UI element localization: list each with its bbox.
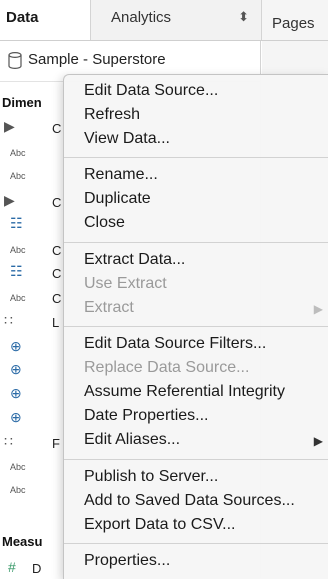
measure-field-label: D <box>32 561 42 576</box>
menu-separator <box>64 326 328 327</box>
string-type-icon: Abc <box>10 485 26 495</box>
field-row[interactable]: ⊕ <box>0 409 60 431</box>
field-row[interactable]: Abc <box>0 143 60 165</box>
folder-icon: ▶ <box>4 192 15 208</box>
pages-label: Pages <box>272 15 315 32</box>
hierarchy-icon: ∷ <box>4 433 13 449</box>
menu-item-label: Extract <box>84 299 134 316</box>
pages-shelf-header: Pages <box>262 0 328 40</box>
tab-data[interactable]: Data <box>0 0 90 40</box>
dropdown-arrows-icon[interactable]: ⬍ <box>238 9 249 25</box>
menu-item-label: Replace Data Source... <box>84 359 250 376</box>
field-label: C <box>52 121 62 136</box>
menu-item-refresh[interactable]: Refresh <box>64 105 328 127</box>
menu-item-assume-referential-integrity[interactable]: Assume Referential Integrity <box>64 382 328 404</box>
field-row[interactable]: ⊕ <box>0 385 60 407</box>
calendar-icon: ☷ <box>10 215 23 231</box>
menu-item-label: Assume Referential Integrity <box>84 383 285 400</box>
menu-item-label: Properties... <box>84 552 171 569</box>
field-label: C <box>52 243 62 258</box>
field-label: F <box>52 436 60 451</box>
submenu-arrow-icon: ▶ <box>313 434 323 448</box>
field-row[interactable]: ☷ C <box>0 263 62 285</box>
menu-item-label: Duplicate <box>84 190 151 207</box>
datasource-name: Sample - Superstore <box>28 51 166 68</box>
menu-item-edit-data-source-filters[interactable]: Edit Data Source Filters... <box>64 334 328 356</box>
menu-item-label: Edit Data Source... <box>84 82 219 99</box>
field-row[interactable]: Abc C <box>0 240 62 262</box>
number-icon: # <box>8 559 16 575</box>
field-row[interactable]: Abc C <box>0 288 62 310</box>
field-row[interactable]: Abc <box>0 457 60 479</box>
menu-item-label: Refresh <box>84 106 141 123</box>
field-label: C <box>52 266 62 281</box>
menu-item-label: Edit Aliases... <box>84 431 181 448</box>
menu-item-date-properties[interactable]: Date Properties... <box>64 406 328 428</box>
globe-icon: ⊕ <box>10 338 22 354</box>
menu-item-close[interactable]: Close <box>64 213 328 235</box>
menu-item-duplicate[interactable]: Duplicate <box>64 189 328 211</box>
calendar-icon: ☷ <box>10 263 23 279</box>
measure-field-row[interactable]: # D <box>0 557 60 579</box>
menu-item-publish-to-server[interactable]: Publish to Server... <box>64 467 328 489</box>
field-row[interactable]: ∷ F <box>0 433 60 455</box>
dimensions-header: Dimen <box>2 95 42 110</box>
tab-analytics[interactable]: Analytics ⬍ <box>90 0 262 40</box>
field-label: C <box>52 291 62 306</box>
menu-item-edit-data-source[interactable]: Edit Data Source... <box>64 81 328 103</box>
menu-item-label: Add to Saved Data Sources... <box>84 492 295 509</box>
datasource-context-menu: Edit Data Source... Refresh View Data... Re… <box>63 74 328 579</box>
submenu-arrow-icon: ▶ <box>313 302 323 316</box>
field-row[interactable]: ⊕ <box>0 338 60 360</box>
menu-separator <box>64 242 328 243</box>
menu-item-label: Publish to Server... <box>84 468 219 485</box>
menu-item-label: Use Extract <box>84 275 167 292</box>
menu-item-label: Date Properties... <box>84 407 209 424</box>
database-icon <box>8 51 22 74</box>
field-row[interactable]: ☷ <box>0 215 60 237</box>
menu-item-replace-data-source: Replace Data Source... <box>64 358 328 380</box>
string-type-icon: Abc <box>10 293 26 303</box>
string-type-icon: Abc <box>10 245 26 255</box>
folder-icon: ▶ <box>4 118 15 134</box>
top-tab-bar: Data Analytics ⬍ Pages <box>0 0 328 41</box>
menu-item-rename[interactable]: Rename... <box>64 165 328 187</box>
menu-separator <box>64 459 328 460</box>
menu-item-export-data-to-csv[interactable]: Export Data to CSV... <box>64 515 328 537</box>
menu-item-extract-data[interactable]: Extract Data... <box>64 250 328 272</box>
measures-header: Measu <box>2 534 43 549</box>
menu-item-add-to-saved-data-sources[interactable]: Add to Saved Data Sources... <box>64 491 328 513</box>
menu-item-view-data[interactable]: View Data... <box>64 129 328 151</box>
field-label: L <box>52 315 60 330</box>
field-row[interactable]: Abc <box>0 166 60 188</box>
string-type-icon: Abc <box>10 462 26 472</box>
field-row[interactable]: ▶ C <box>0 118 62 140</box>
string-type-icon: Abc <box>10 148 26 158</box>
tab-analytics-label: Analytics <box>111 9 172 26</box>
globe-icon: ⊕ <box>10 409 22 425</box>
menu-item-label: Extract Data... <box>84 251 186 268</box>
menu-item-use-extract: Use Extract <box>64 274 328 296</box>
menu-item-properties[interactable]: Properties... <box>64 551 328 573</box>
field-row[interactable]: ▶ C <box>0 192 62 214</box>
menu-separator <box>64 543 328 544</box>
menu-item-edit-aliases[interactable]: Edit Aliases... ▶ <box>64 430 328 452</box>
menu-separator <box>64 157 328 158</box>
menu-item-label: View Data... <box>84 130 170 147</box>
field-label: C <box>52 195 62 210</box>
globe-icon: ⊕ <box>10 361 22 377</box>
menu-item-extract: Extract ▶ <box>64 298 328 320</box>
string-type-icon: Abc <box>10 171 26 181</box>
hierarchy-icon: ∷ <box>4 312 13 328</box>
menu-item-label: Export Data to CSV... <box>84 516 236 533</box>
field-row[interactable]: ⊕ <box>0 361 60 383</box>
field-row[interactable]: Abc <box>0 480 60 502</box>
globe-icon: ⊕ <box>10 385 22 401</box>
menu-item-label: Edit Data Source Filters... <box>84 335 267 352</box>
menu-item-label: Rename... <box>84 166 158 183</box>
tab-data-label: Data <box>6 9 39 26</box>
field-row[interactable]: ∷ L <box>0 312 60 334</box>
menu-item-label: Close <box>84 214 125 231</box>
